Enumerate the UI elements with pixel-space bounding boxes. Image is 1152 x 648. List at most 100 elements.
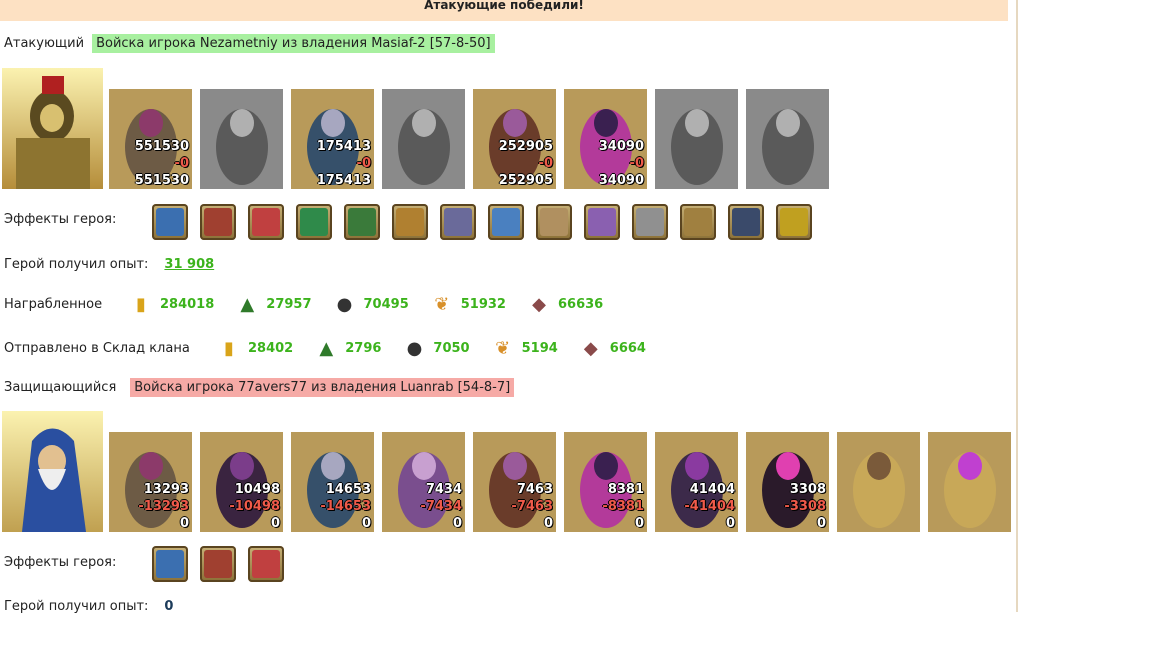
loot-resources: ▮ 284018 ▲ 27957 ● 70495 ❦ 51932 ◆ 66636	[130, 294, 625, 315]
crown-icon[interactable]	[776, 204, 812, 240]
dagger-icon[interactable]	[680, 204, 716, 240]
potion-icon[interactable]	[248, 546, 284, 582]
resource-value: 70495	[363, 297, 409, 312]
attacker-xp-row: Герой получил опыт: 31 908	[4, 257, 214, 272]
resource-value: 6664	[609, 341, 646, 356]
lizard-knight-unit[interactable]: 14653 -14653 0	[291, 432, 374, 532]
unit-remaining: 0	[270, 516, 280, 531]
iron-icon: ◆	[583, 338, 598, 359]
defender-effects-row: Эффекты героя:	[4, 555, 116, 570]
unit-count: 41404	[689, 482, 735, 497]
harpy-unit[interactable]: 7434 -7434 0	[382, 432, 465, 532]
spider-unit-grey[interactable]	[746, 89, 829, 189]
wheat-icon: ❦	[495, 338, 511, 359]
unit-art	[655, 89, 738, 189]
heart-wing-icon[interactable]	[200, 546, 236, 582]
resource-value: 66636	[557, 297, 604, 312]
attacker-label: Атакующий	[4, 36, 85, 51]
attacker-xp-label: Герой получил опыт:	[4, 257, 149, 272]
unit-remaining: 252905	[498, 173, 553, 188]
unit-count: 10498	[234, 482, 280, 497]
unit-losses: -8381	[602, 499, 644, 514]
handshake-icon[interactable]	[344, 204, 380, 240]
unit-remaining: 0	[543, 516, 553, 531]
unit-remaining: 0	[816, 516, 826, 531]
panel-border	[1016, 0, 1018, 612]
castle-icon[interactable]	[200, 204, 236, 240]
clan-label: Отправлено в Склад клана	[4, 341, 190, 356]
unit-losses: -13293	[138, 499, 189, 514]
resource-value: 51932	[460, 297, 506, 312]
golem-unit[interactable]: 13293 -13293 0	[109, 432, 192, 532]
unit-remaining: 551530	[134, 173, 189, 188]
harpy-unit-grey[interactable]	[382, 89, 465, 189]
unit-count: 252905	[498, 139, 553, 154]
heart-icon[interactable]	[152, 546, 188, 582]
lizard-knight-unit[interactable]: 175413 -0 175413	[291, 89, 374, 189]
attacker-hero-portrait[interactable]	[2, 68, 103, 189]
resource-value: 27957	[266, 297, 312, 312]
spider-unit[interactable]: 3308 -3308 0	[746, 432, 829, 532]
vampire-unit[interactable]: 8381 -8381 0	[564, 432, 647, 532]
sword-icon[interactable]	[152, 204, 188, 240]
unit-losses: -41404	[684, 499, 735, 514]
ore-icon: ●	[406, 338, 423, 359]
battle-result-banner: Атакующие победили!	[0, 0, 1008, 21]
unit-art	[928, 432, 1011, 532]
unit-art	[837, 432, 920, 532]
dice-icon[interactable]	[248, 204, 284, 240]
defender-hero-portrait[interactable]	[2, 411, 103, 532]
attacker-header: Атакующий Войска игрока Nezametniy из вл…	[4, 34, 495, 53]
ring-icon[interactable]	[584, 204, 620, 240]
ore-icon: ●	[336, 294, 353, 315]
unit-losses: -0	[629, 156, 644, 171]
battle-report: Атакующие победили! Атакующий Войска игр…	[0, 0, 1011, 648]
dark-archer-unit[interactable]: 252905 -0 252905	[473, 89, 556, 189]
angel-icon[interactable]	[536, 204, 572, 240]
assassin-unit-grey[interactable]	[200, 89, 283, 189]
unit-losses: -0	[356, 156, 371, 171]
unit-losses: -3308	[784, 499, 826, 514]
dark-archer-unit[interactable]: 7463 -7463 0	[473, 432, 556, 532]
unit-losses: -0	[174, 156, 189, 171]
attacker-army-tag[interactable]: Войска игрока Nezametniy из владения Mas…	[92, 34, 495, 53]
orb-unit[interactable]	[928, 432, 1011, 532]
clan-resources: ▮ 28402 ▲ 2796 ● 7050 ❦ 5194 ◆ 6664	[218, 338, 668, 359]
unit-losses: -10498	[229, 499, 280, 514]
unit-count: 551530	[134, 139, 189, 154]
assassin-unit[interactable]: 10498 -10498 0	[200, 432, 283, 532]
resource-value: 2796	[345, 341, 382, 356]
shadow-unit[interactable]: 41404 -41404 0	[655, 432, 738, 532]
wood-icon: ▲	[240, 294, 255, 315]
unit-count: 34090	[598, 139, 644, 154]
resource-value: 7050	[433, 341, 470, 356]
attacker-xp-value[interactable]: 31 908	[164, 257, 214, 272]
unit-losses: -7434	[420, 499, 462, 514]
vampire-unit[interactable]: 34090 -0 34090	[564, 89, 647, 189]
iron-icon: ◆	[532, 294, 546, 315]
unit-remaining: 0	[634, 516, 644, 531]
defender-xp-row: Герой получил опыт: 0	[4, 599, 173, 614]
unit-remaining: 0	[452, 516, 462, 531]
coins-icon[interactable]	[392, 204, 428, 240]
shadow-unit-grey[interactable]	[655, 89, 738, 189]
unit-remaining: 0	[725, 516, 735, 531]
unit-losses: -14653	[320, 499, 371, 514]
wheat-icon: ❦	[434, 294, 450, 315]
defender-army-tag[interactable]: Войска игрока 77avers77 из владения Luan…	[130, 378, 515, 397]
shield-icon[interactable]	[296, 204, 332, 240]
unit-count: 8381	[607, 482, 644, 497]
scroll-icon[interactable]	[632, 204, 668, 240]
amulet-icon[interactable]	[440, 204, 476, 240]
unit-count: 7463	[516, 482, 553, 497]
clan-row: Отправлено в Склад клана ▮ 28402 ▲ 2796 ● 705…	[4, 338, 668, 359]
mole-unit[interactable]	[837, 432, 920, 532]
crest-icon[interactable]	[728, 204, 764, 240]
resource-value: 284018	[160, 297, 215, 312]
unit-remaining: 0	[179, 516, 189, 531]
question-icon[interactable]	[488, 204, 524, 240]
defender-xp-label: Герой получил опыт:	[4, 599, 149, 614]
unit-art	[382, 89, 465, 189]
attacker-effects-label: Эффекты героя:	[4, 212, 117, 227]
golem-unit[interactable]: 551530 -0 551530	[109, 89, 192, 189]
